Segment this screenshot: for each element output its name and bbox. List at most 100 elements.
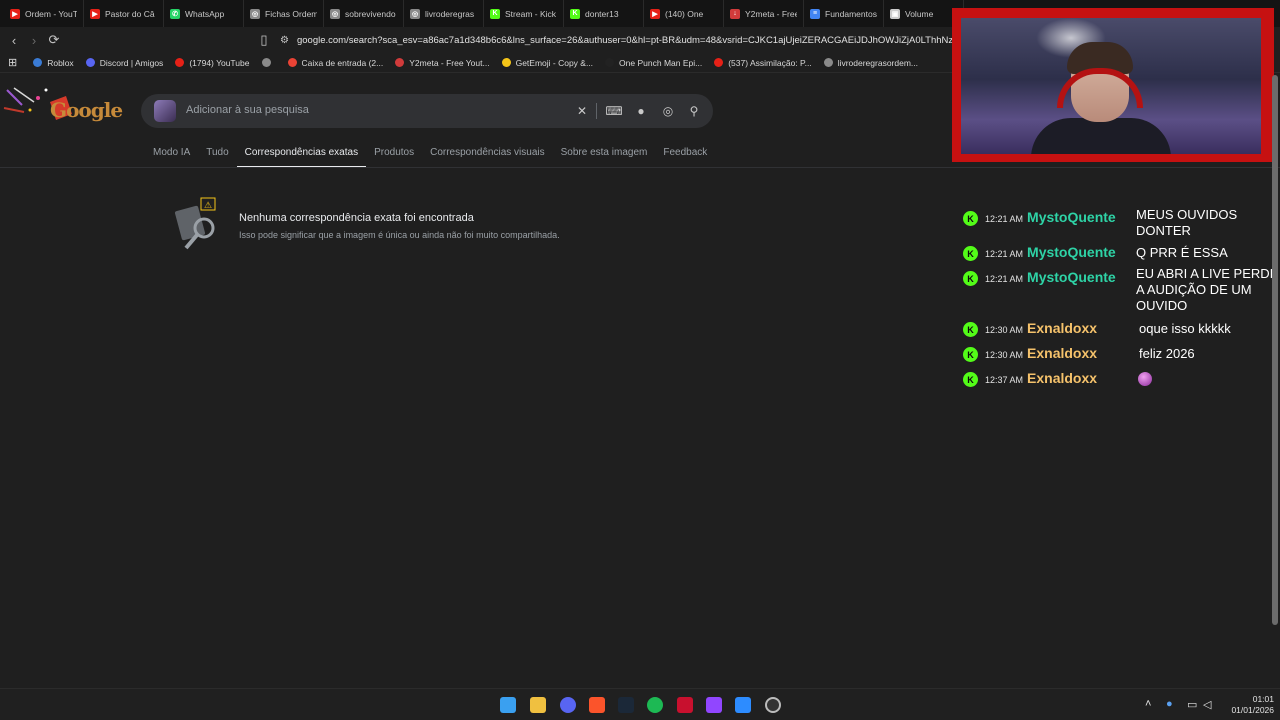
chat-username[interactable]: Exnaldoxx: [1027, 345, 1097, 361]
chat-timestamp: 12:37 AM: [985, 375, 1024, 385]
kick-badge-icon: K: [963, 347, 978, 362]
svg-text:⚠: ⚠: [204, 201, 212, 211]
amd-icon[interactable]: [677, 697, 693, 713]
bookmark-item[interactable]: (1794) YouTube: [169, 58, 255, 68]
page-scrollbar[interactable]: [1272, 75, 1278, 625]
photos-icon[interactable]: [735, 697, 751, 713]
bookmark-label: (537) Assimilação: P...: [728, 57, 812, 68]
kick-badge-icon: K: [963, 246, 978, 261]
browser-tab[interactable]: Kdonter13: [564, 0, 644, 27]
address-bar[interactable]: ⚙ google.com/search?sca_esv=a86ac7a1d348…: [280, 31, 952, 49]
chat-username[interactable]: Exnaldoxx: [1027, 370, 1097, 386]
start-icon[interactable]: [500, 697, 516, 713]
forward-icon[interactable]: ›: [24, 30, 44, 50]
webcam-feed: [961, 18, 1261, 154]
bookmark-item[interactable]: Caixa de entrada (2...: [282, 58, 390, 68]
tab-label: WhatsApp: [185, 8, 225, 19]
search-placeholder[interactable]: Adicionar à sua pesquisa: [186, 104, 309, 116]
browser-tab[interactable]: ≡ Fundamentos: [804, 0, 884, 27]
search-tab[interactable]: Tudo: [198, 147, 236, 168]
search-tab[interactable]: Correspondências visuais: [422, 147, 553, 168]
discord-icon[interactable]: [560, 697, 576, 713]
spotify-icon[interactable]: [647, 697, 663, 713]
search-icon[interactable]: ⚲: [686, 103, 702, 119]
tab-favicon-icon: ▶: [90, 8, 100, 19]
chat-timestamp: 12:21 AM: [985, 249, 1024, 259]
tab-favicon-icon: ▶: [10, 8, 20, 19]
clear-icon[interactable]: ✕: [574, 103, 590, 119]
tab-favicon-icon: K: [490, 8, 500, 19]
tab-label: Fichas Ordem: [265, 8, 317, 19]
bookmark-item[interactable]: livroderegrasordem...: [818, 58, 924, 68]
bookmark-item[interactable]: Y2meta - Free Yout...: [389, 58, 495, 68]
search-image-thumbnail[interactable]: [154, 100, 176, 122]
bookmark-item[interactable]: (537) Assimilação: P...: [708, 58, 817, 68]
browser-tab[interactable]: ◎ sobrevivendo: [324, 0, 404, 27]
browser-tab[interactable]: ◎ livroderegras: [404, 0, 484, 27]
browser-tab[interactable]: ◎ Fichas Ordem: [244, 0, 324, 27]
microphone-tray-icon[interactable]: ●: [1166, 698, 1173, 710]
obs-icon[interactable]: [765, 697, 781, 713]
bookmark-icon[interactable]: ▯: [254, 30, 274, 50]
bookmark-favicon-icon: [85, 58, 95, 67]
app-icon[interactable]: [706, 697, 722, 713]
tab-label: Volume: [905, 8, 934, 19]
google-logo-text: Google: [50, 98, 123, 122]
clock-time: 01:01: [1252, 694, 1274, 704]
bookmark-favicon-icon: [605, 58, 615, 67]
brave-browser-icon[interactable]: [589, 697, 605, 713]
browser-tab[interactable]: ✆ WhatsApp: [164, 0, 244, 27]
tray-chevron-icon[interactable]: ˄: [1145, 698, 1151, 710]
search-bar[interactable]: Adicionar à sua pesquisa ✕ ⌨ ● ◎ ⚲: [141, 94, 713, 128]
search-tab[interactable]: Modo IA: [153, 147, 198, 168]
browser-tab[interactable]: ↓ Y2meta - Free: [724, 0, 804, 27]
microphone-icon[interactable]: ●: [633, 103, 649, 119]
kick-badge-icon: K: [963, 372, 978, 387]
chat-message-text: EU ABRI A LIVE PERDI A AUDIÇÃO DE UM OUV…: [1136, 266, 1274, 313]
search-tabs: Modo IA Tudo Correspondências exatas Produt…: [153, 147, 715, 168]
browser-tab[interactable]: ▶ (140) One: [644, 0, 724, 27]
chat-username[interactable]: MystoQuente: [1027, 244, 1116, 260]
file-explorer-icon[interactable]: [530, 697, 546, 713]
browser-tab[interactable]: K Stream - Kick: [484, 0, 564, 27]
chat-message-text: feliz 2026: [1139, 346, 1195, 361]
steam-icon[interactable]: [618, 697, 634, 713]
keyboard-icon[interactable]: ⌨: [605, 103, 622, 119]
camera-lens-icon[interactable]: ◎: [660, 103, 676, 119]
chat-emote-icon: [1138, 372, 1152, 386]
reload-icon[interactable]: ⟳: [44, 30, 64, 50]
clock[interactable]: 01:01 01/01/2026: [1222, 694, 1274, 716]
bookmark-label: Roblox: [47, 57, 74, 68]
chat-timestamp: 12:21 AM: [985, 214, 1024, 224]
chat-message: K 12:21 AM MystoQuente: [963, 209, 1116, 226]
chat-username[interactable]: Exnaldoxx: [1027, 320, 1097, 336]
search-tab[interactable]: Correspondências exatas: [236, 147, 367, 168]
search-tab[interactable]: Feedback: [655, 147, 715, 168]
kick-badge-icon: K: [963, 211, 978, 226]
chat-username[interactable]: MystoQuente: [1027, 209, 1116, 225]
screen: { "browser": { "tabs": [ {"label": "Orde…: [0, 0, 1280, 720]
bookmark-item[interactable]: Discord | Amigos: [80, 58, 170, 68]
bookmark-label: Y2meta - Free Yout...: [409, 57, 490, 68]
search-tab[interactable]: Produtos: [366, 147, 422, 168]
bookmark-label: GetEmoji - Copy &...: [515, 57, 594, 68]
chat-username[interactable]: MystoQuente: [1027, 269, 1116, 285]
tab-favicon-icon: ≡: [810, 8, 820, 19]
browser-tab[interactable]: ▶ Pastor do Câ: [84, 0, 164, 27]
no-results-subtitle: Isso pode significar que a imagem é únic…: [239, 230, 560, 240]
browser-tab[interactable]: ▶ Ordem - YouT: [4, 0, 84, 27]
network-icon[interactable]: ▭: [1187, 698, 1197, 711]
bookmark-item[interactable]: Roblox: [27, 58, 79, 68]
clock-date: 01/01/2026: [1231, 705, 1274, 715]
back-icon[interactable]: ‹: [4, 30, 24, 50]
chat-message-text: oque isso kkkkk: [1139, 321, 1231, 336]
kick-badge-icon: K: [963, 322, 978, 337]
site-info-icon[interactable]: ⚙: [280, 35, 289, 46]
volume-icon[interactable]: ◁: [1203, 698, 1211, 711]
bookmark-item[interactable]: [256, 58, 282, 67]
search-tab[interactable]: Sobre esta imagem: [553, 147, 656, 168]
apps-icon[interactable]: ⊞: [0, 56, 27, 69]
bookmark-item[interactable]: GetEmoji - Copy &...: [496, 58, 599, 68]
bookmark-item[interactable]: One Punch Man Epi...: [599, 58, 708, 68]
webcam-overlay: [952, 8, 1274, 162]
